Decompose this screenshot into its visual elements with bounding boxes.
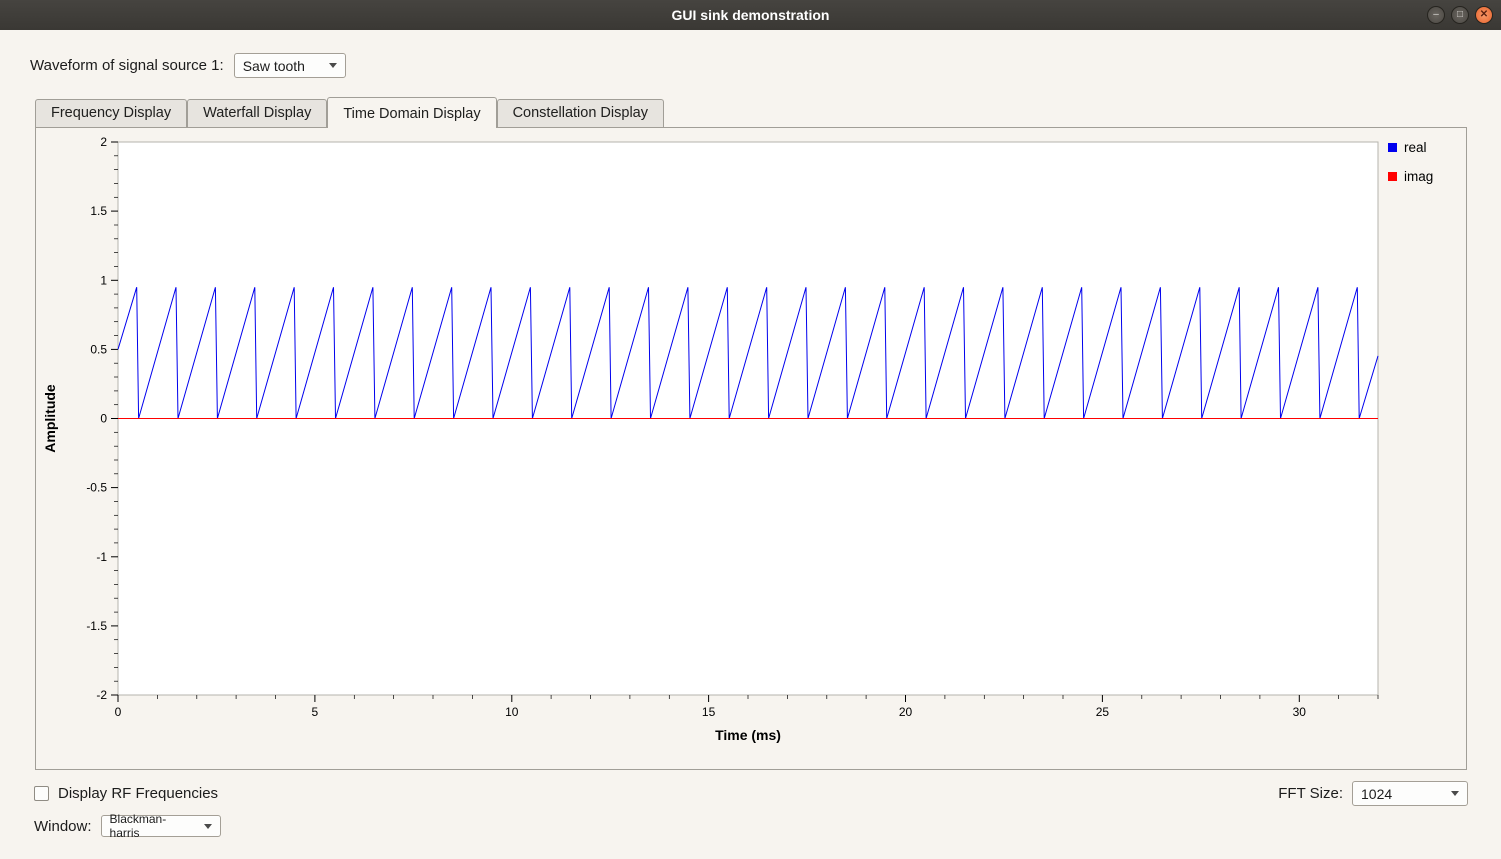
y-tick-label: -2 [96, 688, 107, 702]
legend-swatch-icon [1388, 172, 1397, 181]
y-tick-label: 0 [100, 412, 107, 426]
display-panel: 2 1.5 1 0.5 0 -0.5 -1 -1.5 -2 0 5 10 15 20 25 30 Time (m… [35, 127, 1467, 770]
y-tick-label: -0.5 [86, 481, 107, 495]
y-tick-label: 0.5 [90, 342, 107, 356]
tab-waterfall-display[interactable]: Waterfall Display [187, 99, 327, 127]
legend-item-real[interactable]: real [1388, 140, 1433, 155]
window-function-label: Window: [34, 818, 92, 835]
display-rf-group[interactable]: Display RF Frequencies [34, 785, 218, 802]
x-tick-label: 0 [115, 705, 122, 719]
y-tick-label: -1 [96, 550, 107, 564]
fft-size-value: 1024 [1361, 786, 1392, 802]
tab-time-domain-display[interactable]: Time Domain Display [327, 97, 496, 128]
x-tick-label: 5 [312, 705, 319, 719]
footer-row-2: Window: Blackman-harris [34, 815, 1468, 837]
legend-label: real [1404, 140, 1427, 155]
y-tick-label: 1 [100, 273, 107, 287]
time-domain-plot[interactable]: 2 1.5 1 0.5 0 -0.5 -1 -1.5 -2 0 5 10 15 20 25 30 Time (m… [38, 134, 1383, 756]
window-title: GUI sink demonstration [0, 7, 1501, 23]
window-function-value: Blackman-harris [110, 812, 192, 840]
chevron-down-icon [204, 824, 212, 829]
waveform-select-value: Saw tooth [243, 58, 305, 74]
y-axis-title: Amplitude [42, 384, 58, 453]
close-icon: ✕ [1480, 10, 1488, 20]
minimize-button[interactable]: ‒ [1427, 6, 1445, 24]
maximize-button[interactable]: □ [1451, 6, 1469, 24]
footer-row-1: Display RF Frequencies FFT Size: 1024 [34, 781, 1468, 806]
chevron-down-icon [329, 63, 337, 68]
tab-frequency-display[interactable]: Frequency Display [35, 99, 187, 127]
legend-swatch-icon [1388, 143, 1397, 152]
x-axis-title: Time (ms) [715, 727, 781, 743]
y-tick-label: 1.5 [90, 204, 107, 218]
x-tick-label: 20 [899, 705, 913, 719]
fft-size-label: FFT Size: [1278, 785, 1343, 802]
titlebar[interactable]: GUI sink demonstration ‒ □ ✕ [0, 0, 1501, 30]
x-tick-label: 10 [505, 705, 519, 719]
waveform-source-label: Waveform of signal source 1: [30, 57, 224, 74]
waveform-source-row: Waveform of signal source 1: Saw tooth [30, 53, 1501, 78]
maximize-icon: □ [1457, 10, 1463, 20]
fft-size-group: FFT Size: 1024 [1278, 781, 1468, 806]
chart-legend: real imag [1388, 140, 1433, 184]
tab-constellation-display[interactable]: Constellation Display [497, 99, 664, 127]
display-rf-label: Display RF Frequencies [58, 785, 218, 802]
close-button[interactable]: ✕ [1475, 6, 1493, 24]
chevron-down-icon [1451, 791, 1459, 796]
display-rf-checkbox[interactable] [34, 786, 49, 801]
minimize-icon: ‒ [1433, 10, 1439, 20]
x-tick-label: 25 [1096, 705, 1110, 719]
x-tick-label: 30 [1293, 705, 1307, 719]
tab-bar: Frequency DisplayWaterfall DisplayTime D… [35, 95, 1501, 127]
app-window: GUI sink demonstration ‒ □ ✕ Waveform of… [0, 0, 1501, 859]
legend-label: imag [1404, 169, 1433, 184]
window-function-select[interactable]: Blackman-harris [101, 815, 221, 837]
legend-item-imag[interactable]: imag [1388, 169, 1433, 184]
x-tick-label: 15 [702, 705, 716, 719]
window-controls: ‒ □ ✕ [1427, 6, 1493, 24]
y-tick-label: -1.5 [86, 619, 107, 633]
y-tick-label: 2 [100, 135, 107, 149]
waveform-select[interactable]: Saw tooth [234, 53, 346, 78]
fft-size-select[interactable]: 1024 [1352, 781, 1468, 806]
